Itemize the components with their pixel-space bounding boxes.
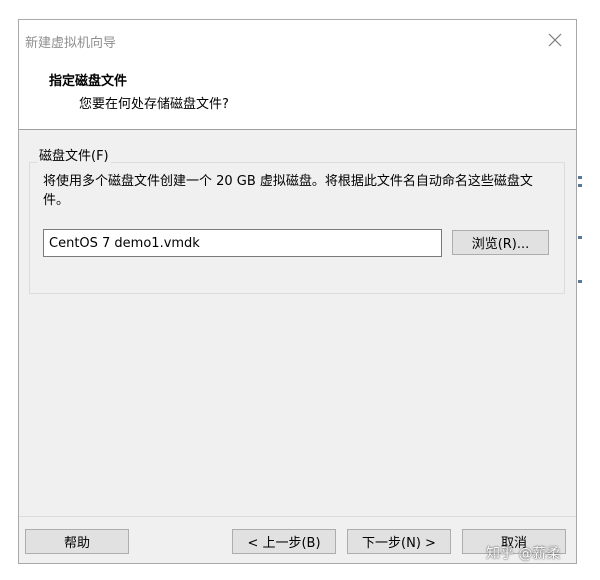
close-icon xyxy=(548,33,562,47)
wizard-header: 指定磁盘文件 您要在何处存储磁盘文件? xyxy=(19,62,576,130)
page-title: 指定磁盘文件 xyxy=(49,74,128,89)
footer-divider xyxy=(19,516,576,517)
window-title: 新建虚拟机向导 xyxy=(25,36,117,51)
disk-file-name-input[interactable] xyxy=(43,229,442,257)
help-button[interactable]: 帮助 xyxy=(25,529,129,554)
background-window-edge xyxy=(578,280,582,283)
page-subtitle: 您要在何处存储磁盘文件? xyxy=(79,97,229,112)
new-vm-wizard-dialog: 新建虚拟机向导 指定磁盘文件 您要在何处存储磁盘文件? 磁盘文件(F) 将使用多… xyxy=(18,19,577,564)
back-button[interactable]: < 上一步(B) xyxy=(232,529,336,554)
watermark: 知乎 @薪柔 xyxy=(486,546,561,562)
background-window-edge xyxy=(578,236,582,239)
browse-button[interactable]: 浏览(R)... xyxy=(452,230,549,255)
background-window-edge xyxy=(578,176,582,179)
next-button[interactable]: 下一步(N) > xyxy=(347,529,451,554)
disk-file-description: 将使用多个磁盘文件创建一个 20 GB 虚拟磁盘。将根据此文件名自动命名这些磁盘… xyxy=(43,174,533,208)
title-bar: 新建虚拟机向导 xyxy=(19,20,576,62)
disk-file-group-label: 磁盘文件(F) xyxy=(37,145,111,164)
close-button[interactable] xyxy=(540,26,570,54)
background-window-edge xyxy=(578,184,582,187)
